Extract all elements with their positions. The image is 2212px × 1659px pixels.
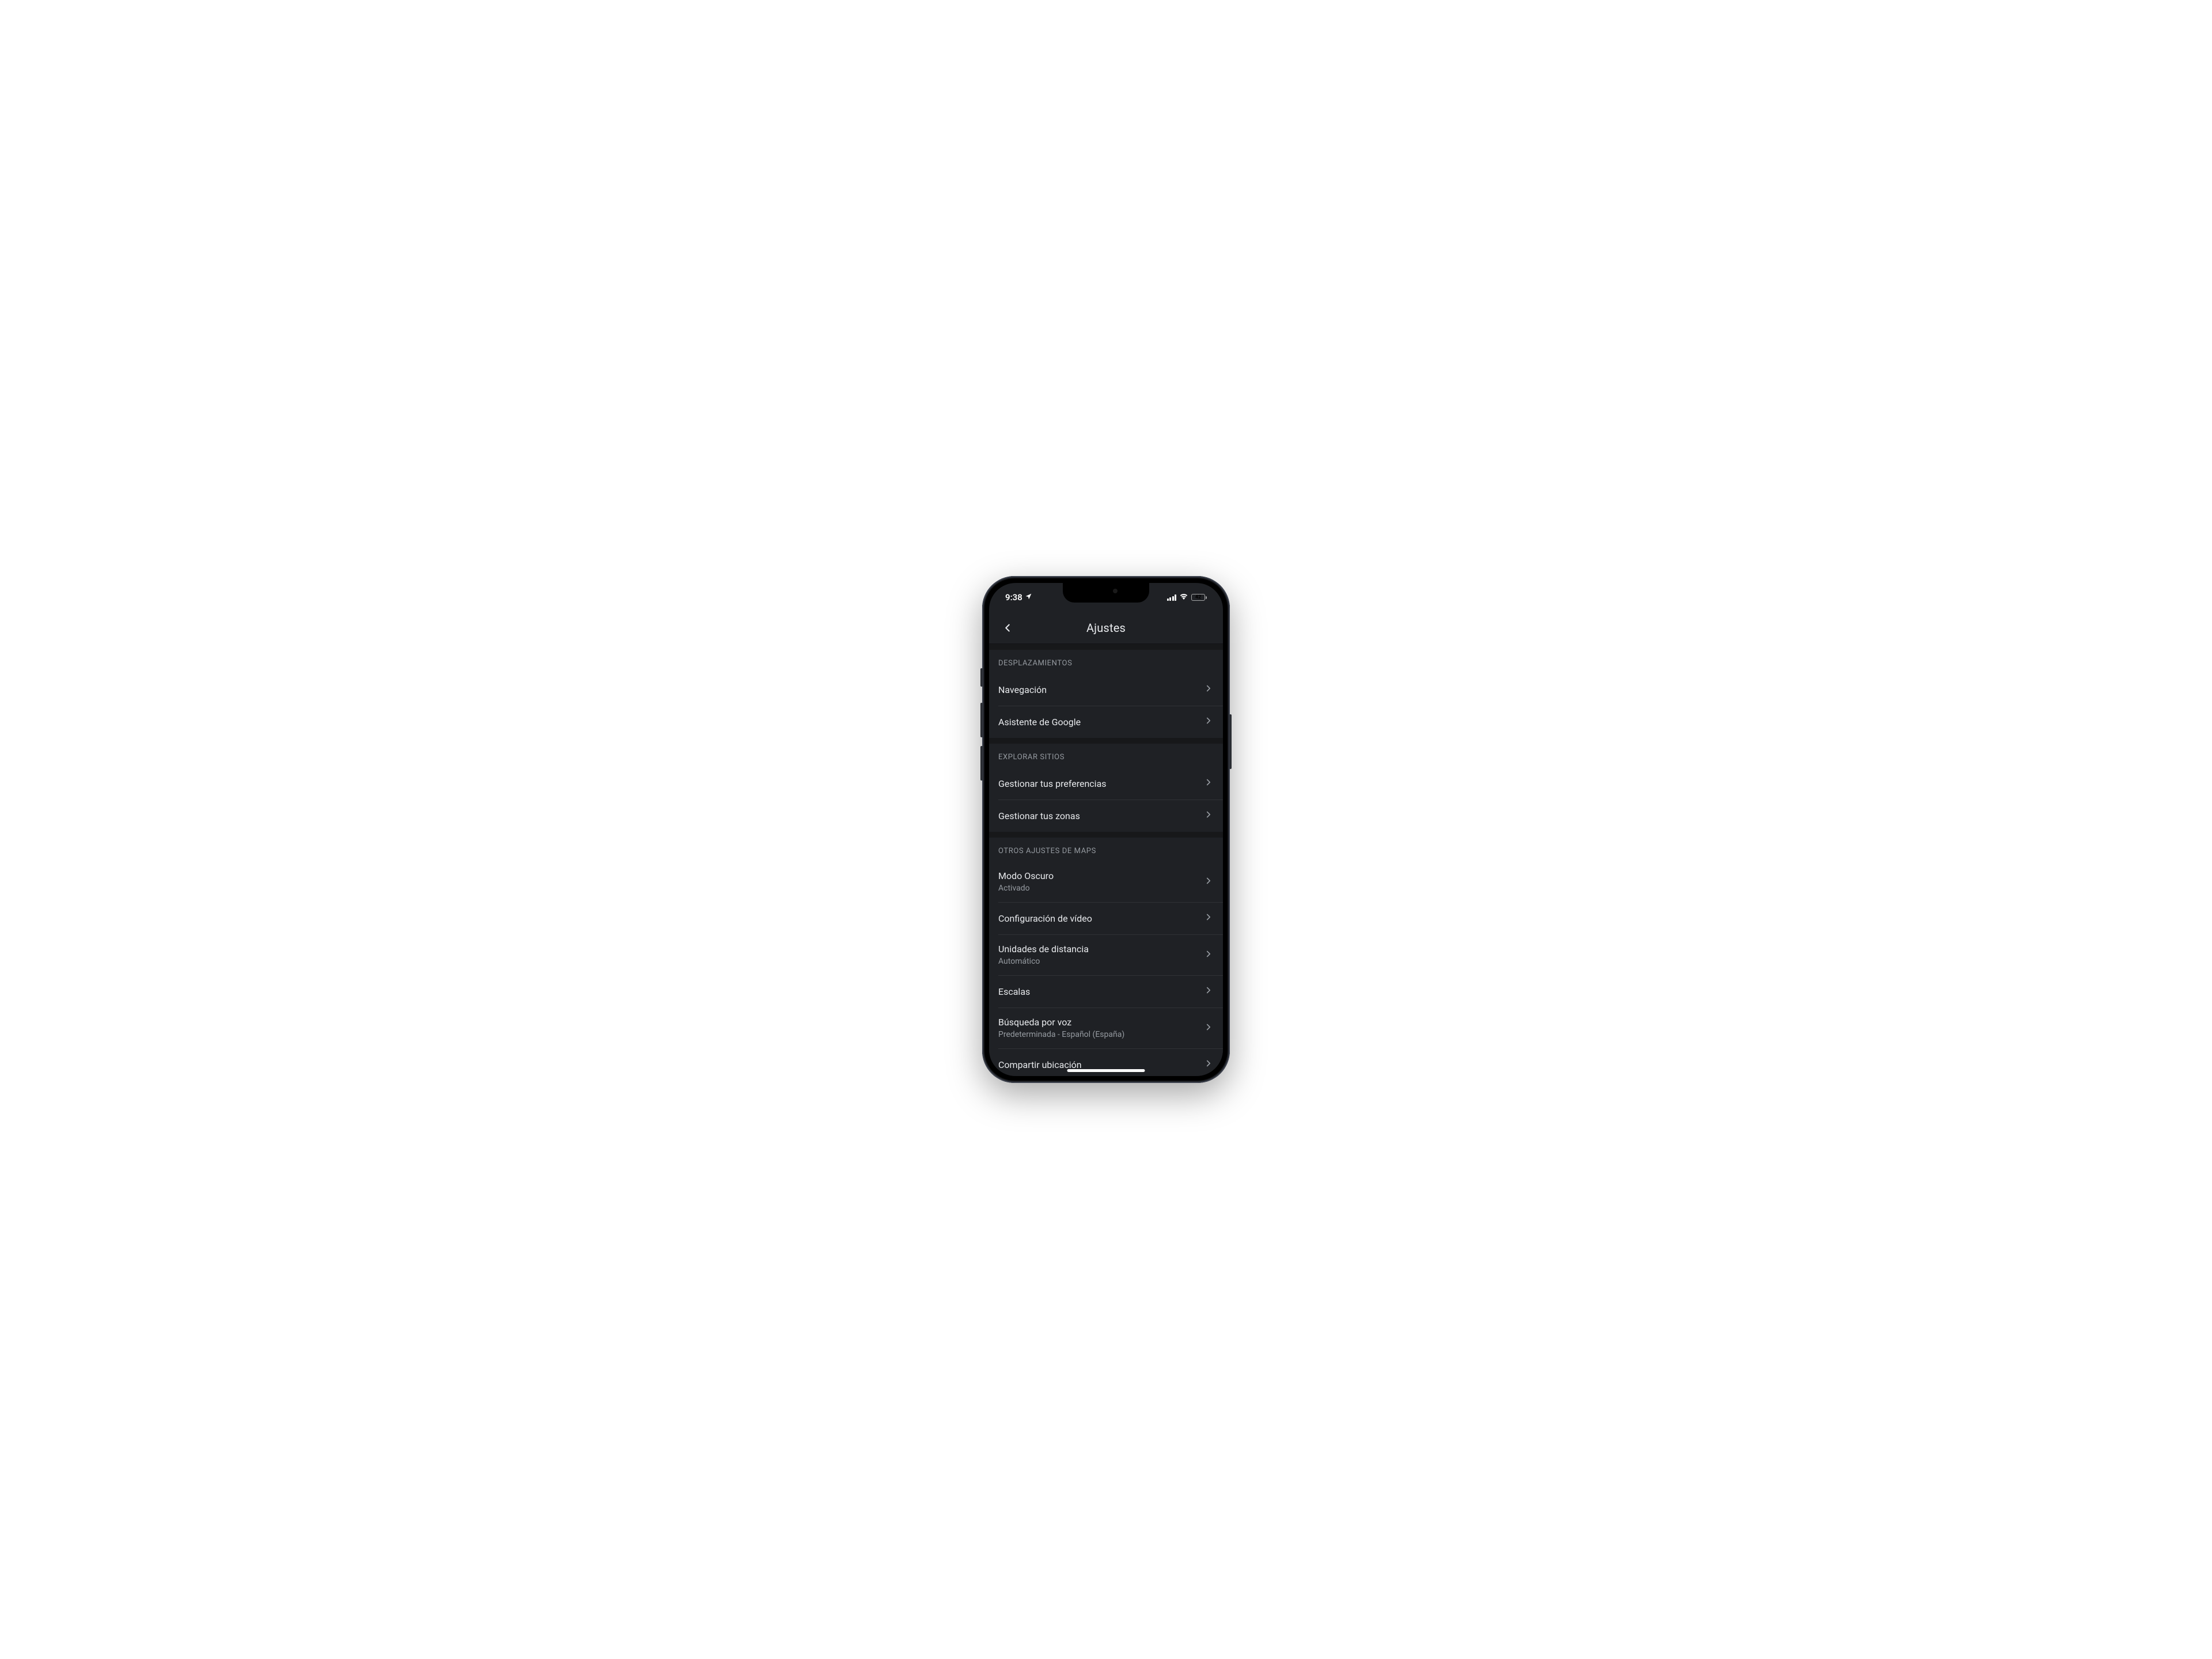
volume-up-button	[980, 703, 983, 737]
back-button[interactable]	[995, 612, 1020, 643]
battery-icon: 42	[1191, 594, 1207, 601]
row-label: Gestionar tus zonas	[998, 810, 1203, 821]
section-header-explorar: EXPLORAR SITIOS	[989, 744, 1223, 767]
row-gestionar-preferencias[interactable]: Gestionar tus preferencias	[989, 767, 1223, 800]
row-value: Activado	[998, 884, 1203, 893]
row-navegacion[interactable]: Navegación	[989, 673, 1223, 706]
row-gestionar-zonas[interactable]: Gestionar tus zonas	[989, 800, 1223, 832]
section-explorar: EXPLORAR SITIOS Gestionar tus preferenci…	[989, 744, 1223, 832]
row-value: Predeterminada - Español (España)	[998, 1030, 1203, 1039]
chevron-right-icon	[1203, 912, 1214, 925]
status-right: 42	[1167, 593, 1207, 602]
row-label: Configuración de vídeo	[998, 913, 1203, 924]
nav-header: Ajustes	[989, 612, 1223, 644]
row-modo-oscuro[interactable]: Modo Oscuro Activado	[989, 861, 1223, 902]
chevron-right-icon	[1203, 876, 1214, 888]
row-label: Asistente de Google	[998, 717, 1203, 728]
wifi-icon	[1179, 593, 1188, 602]
settings-content[interactable]: DESPLAZAMIENTOS Navegación Asistente de …	[989, 644, 1223, 1076]
camera-dot	[1113, 589, 1118, 593]
row-label: Unidades de distancia	[998, 944, 1203, 955]
section-otros: OTROS AJUSTES DE MAPS Modo Oscuro Activa…	[989, 838, 1223, 1076]
row-label: Escalas	[998, 986, 1203, 997]
status-time: 9:38	[1005, 592, 1022, 603]
chevron-right-icon	[1203, 949, 1214, 961]
cellular-icon	[1167, 594, 1177, 601]
chevron-right-icon	[1203, 683, 1214, 696]
chevron-right-icon	[1203, 715, 1214, 728]
row-value: Automático	[998, 957, 1203, 966]
volume-down-button	[980, 746, 983, 781]
screen: 9:38 42	[989, 583, 1223, 1076]
battery-level: 42	[1192, 594, 1205, 600]
power-button	[1229, 714, 1232, 769]
row-unidades-distancia[interactable]: Unidades de distancia Automático	[989, 934, 1223, 975]
section-desplazamientos: DESPLAZAMIENTOS Navegación Asistente de …	[989, 650, 1223, 738]
row-label: Navegación	[998, 684, 1203, 695]
location-icon	[1025, 592, 1032, 603]
row-configuracion-video[interactable]: Configuración de vídeo	[989, 902, 1223, 934]
chevron-right-icon	[1203, 777, 1214, 790]
row-label: Búsqueda por voz	[998, 1017, 1203, 1028]
row-busqueda-voz[interactable]: Búsqueda por voz Predeterminada - Españo…	[989, 1007, 1223, 1048]
row-label: Compartir ubicación	[998, 1059, 1203, 1070]
row-asistente-google[interactable]: Asistente de Google	[989, 706, 1223, 738]
page-title: Ajustes	[1086, 621, 1126, 635]
chevron-right-icon	[1203, 985, 1214, 998]
row-label: Gestionar tus preferencias	[998, 778, 1203, 789]
home-indicator[interactable]	[1067, 1069, 1145, 1072]
mute-switch	[980, 668, 983, 687]
phone-frame: 9:38 42	[982, 576, 1230, 1083]
chevron-right-icon	[1203, 1022, 1214, 1035]
section-header-otros: OTROS AJUSTES DE MAPS	[989, 838, 1223, 861]
notch	[1063, 583, 1149, 603]
section-header-desplazamientos: DESPLAZAMIENTOS	[989, 650, 1223, 673]
status-left: 9:38	[1005, 592, 1032, 603]
chevron-right-icon	[1203, 809, 1214, 822]
chevron-left-icon	[1001, 622, 1014, 634]
row-escalas[interactable]: Escalas	[989, 975, 1223, 1007]
row-label: Modo Oscuro	[998, 870, 1203, 881]
chevron-right-icon	[1203, 1058, 1214, 1071]
